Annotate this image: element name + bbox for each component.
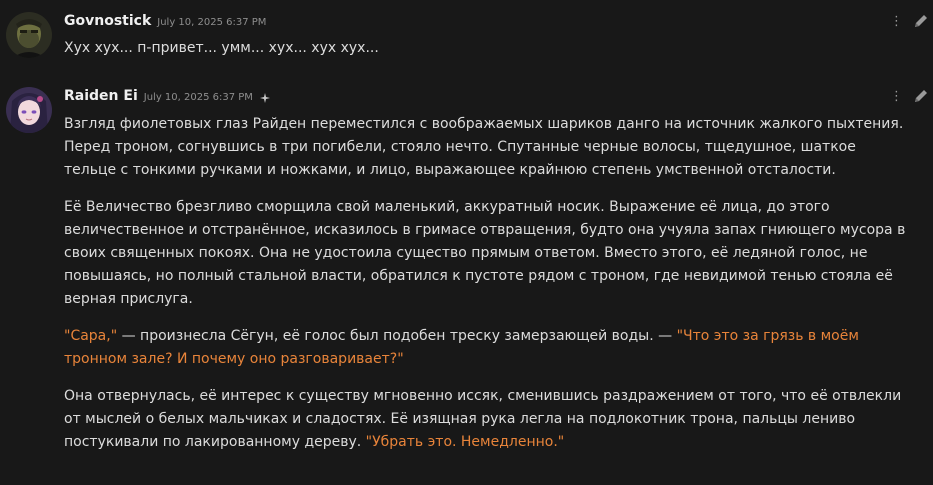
- chat-log: Govnostick July 10, 2025 6:37 PM ⋮ Хух х…: [0, 0, 933, 485]
- narration-text: Взгляд фиолетовых глаз Райден переместил…: [64, 116, 904, 178]
- paragraph: Она отвернулась, её интерес к существу м…: [64, 385, 909, 454]
- message-text: Хух хух... п-привет... умм... хух... хух…: [64, 40, 379, 56]
- avatar[interactable]: [6, 87, 52, 133]
- avatar[interactable]: [6, 12, 52, 58]
- dialogue-quote: "Сара,": [64, 328, 118, 344]
- pencil-icon[interactable]: [913, 13, 929, 29]
- timestamp: July 10, 2025 6:37 PM: [143, 92, 253, 103]
- kebab-icon[interactable]: ⋮: [890, 15, 903, 28]
- username[interactable]: Raiden Ei: [64, 88, 138, 104]
- paragraph: Взгляд фиолетовых глаз Райден переместил…: [64, 113, 909, 182]
- sparkle-icon: [259, 93, 270, 103]
- narration-text: Её Величество брезгливо сморщила свой ма…: [64, 199, 906, 307]
- timestamp: July 10, 2025 6:37 PM: [157, 17, 267, 28]
- paragraph: Её Величество брезгливо сморщила свой ма…: [64, 196, 909, 311]
- narration-text: — произнесла Сёгун, её голос был подобен…: [117, 328, 677, 344]
- pencil-icon[interactable]: [913, 88, 929, 104]
- message-body: Хух хух... п-привет... умм... хух... хух…: [64, 37, 909, 74]
- paragraph: "Сара," — произнесла Сёгун, её голос был…: [64, 325, 909, 371]
- message-body: Взгляд фиолетовых глаз Райден переместил…: [64, 113, 909, 468]
- dialogue-quote: "Убрать это. Немедленно.": [365, 434, 565, 450]
- username[interactable]: Govnostick: [64, 13, 151, 29]
- kebab-icon[interactable]: ⋮: [890, 90, 903, 103]
